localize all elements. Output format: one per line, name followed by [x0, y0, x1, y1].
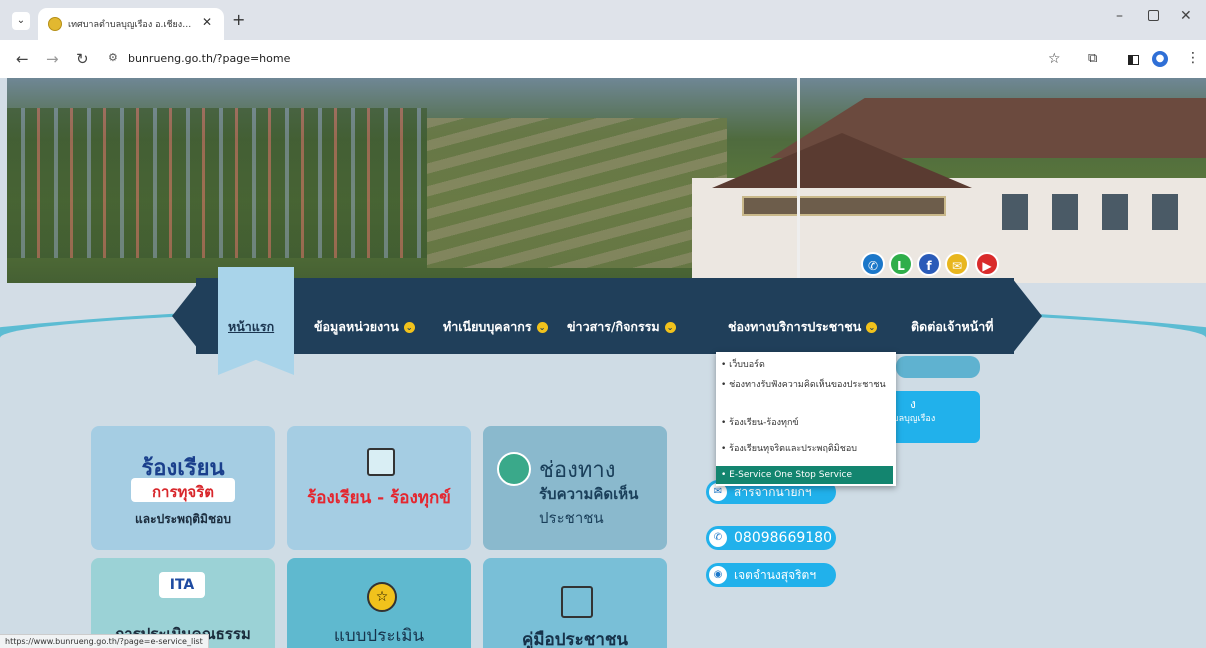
profile-avatar-icon[interactable]: ● [1152, 51, 1168, 67]
nav-news[interactable]: ข่าวสาร/กิจกรรม ⌄ [567, 317, 676, 337]
tile-complaint[interactable]: ร้องเรียน - ร้องทุกข์ [287, 426, 471, 550]
header-banner-image [7, 78, 1206, 283]
tile1-line2: การทุจริต [151, 483, 215, 501]
browser-tab[interactable]: เทศบาลตำบลบุญเรือง อ.เชียงของ จ.เชียงราย… [38, 8, 224, 40]
close-window-icon[interactable]: ✕ [1180, 8, 1192, 24]
favicon-icon [48, 17, 62, 31]
tile-feedback-channel[interactable]: ช่องทาง รับความคิดเห็น ประชาชน [483, 426, 667, 550]
close-tab-icon[interactable]: ✕ [202, 15, 212, 29]
nav-public-services-label: ช่องทางบริการประชาชน [728, 319, 862, 334]
address-bar[interactable]: ⚙ bunrueng.go.th/?page=home [100, 46, 1090, 72]
building-window [1002, 194, 1028, 230]
new-tab-icon[interactable]: + [232, 10, 245, 29]
reload-icon[interactable]: ↻ [76, 50, 89, 68]
bookmark-star-icon[interactable]: ☆ [1048, 51, 1061, 67]
banner-village [7, 108, 427, 258]
main-nav [196, 278, 1014, 354]
tile3-line3: ประชาชน [539, 509, 604, 527]
site-info-icon[interactable]: ⚙ [108, 51, 118, 64]
ita-logo-icon: ITA [159, 572, 205, 598]
nav-personnel-label: ทำเนียบบุคลากร [443, 319, 532, 334]
chevron-down-icon: ⌄ [403, 322, 415, 333]
building-sign [742, 196, 946, 216]
side-panel-icon[interactable] [1128, 55, 1139, 65]
tab-search-chevron-icon[interactable]: ⌄ [12, 12, 30, 30]
forward-arrow-icon[interactable]: → [46, 50, 59, 68]
youtube-icon[interactable]: ▶ [975, 252, 999, 276]
dropdown-item-complaint[interactable]: • ร้องเรียน-ร้องทุกข์ [721, 418, 893, 429]
integrity-button[interactable]: ◉ เจตจำนงสุจริตฯ [706, 563, 836, 587]
tile1-badge: การทุจริต [131, 478, 235, 502]
dropdown-item-webboard[interactable]: • เว็บบอร์ด [721, 360, 893, 371]
chevron-down-icon: ⌄ [866, 322, 878, 333]
minimize-icon[interactable]: – [1116, 8, 1123, 24]
dropdown-item-eservice[interactable]: • E-Service One Stop Service [716, 466, 893, 484]
star-icon: ☆ [367, 582, 397, 612]
dropdown-item-opinion[interactable]: • ช่องทางรับฟังความคิดเห็นของประชาชน [721, 380, 893, 391]
building-roof [769, 98, 1206, 158]
status-bar-url: https://www.bunrueng.go.th/?page=e-servi… [0, 634, 209, 648]
phone-icon: ✆ [709, 529, 727, 547]
nav-contact[interactable]: ติดต่อเจ้าหน้าที่ [911, 317, 994, 337]
tile5-text: แบบประเมิน [333, 626, 425, 646]
line-icon[interactable]: L [889, 252, 913, 276]
browser-toolbar: ← → ↻ ⚙ bunrueng.go.th/?page=home ☆ ⧉ ● … [0, 40, 1206, 78]
back-arrow-icon[interactable]: ← [16, 50, 29, 68]
phone-number-label: 08098669180 [734, 530, 832, 546]
facebook-icon[interactable]: f [917, 252, 941, 276]
megaphone-icon [497, 452, 531, 486]
integrity-label: เจตจำนงสุจริตฯ [734, 568, 817, 582]
building-window [1052, 194, 1078, 230]
nav-news-label: ข่าวสาร/กิจกรรม [567, 319, 660, 334]
nav-personnel[interactable]: ทำเนียบบุคลากร ⌄ [443, 317, 548, 337]
tile6-text: คู่มือประชาชน [521, 630, 629, 648]
flagpole [797, 78, 800, 283]
tile-assessment[interactable]: ☆ แบบประเมิน [287, 558, 471, 648]
banner-building [672, 78, 1206, 283]
tile-citizen-manual[interactable]: คู่มือประชาชน [483, 558, 667, 648]
tile-corruption-complaint[interactable]: ร้องเรียน การทุจริต และประพฤติมิชอบ [91, 426, 275, 550]
phone-icon[interactable]: ✆ [861, 252, 885, 276]
tab-strip: ⌄ เทศบาลตำบลบุญเรือง อ.เชียงของ จ.เชียงร… [0, 0, 1206, 40]
location-pin-icon: ◉ [709, 566, 727, 584]
tile3-line2: รับความคิดเห็น [539, 485, 639, 503]
phone-number-button[interactable]: ✆ 08098669180 [706, 526, 836, 550]
mail-icon[interactable]: ✉ [945, 252, 969, 276]
tile2-text: ร้องเรียน - ร้องทุกข์ [307, 488, 451, 508]
extensions-icon[interactable]: ⧉ [1088, 51, 1097, 66]
computer-chat-icon [367, 448, 395, 476]
web-page: ✆ L f ✉ ▶ ง ตำบลบุญเรือง หน้าแรก ข้อมูลห… [0, 78, 1206, 648]
tile1-line3: และประพฤติมิชอบ [135, 512, 231, 526]
services-dropdown-menu: • เว็บบอร์ด • ช่องทางรับฟังความคิดเห็นขอ… [716, 352, 896, 486]
nav-agency-info[interactable]: ข้อมูลหน่วยงาน ⌄ [314, 317, 415, 337]
book-icon [561, 586, 593, 618]
nav-agency-info-label: ข้อมูลหน่วยงาน [314, 319, 399, 334]
nav-public-services[interactable]: ช่องทางบริการประชาชน ⌄ [728, 317, 878, 337]
chevron-down-icon: ⌄ [536, 322, 548, 333]
dropdown-item-corruption[interactable]: • ร้องเรียนทุจริตและประพฤติมิชอบ [721, 444, 893, 455]
side-button-top[interactable] [896, 356, 980, 378]
chevron-down-icon: ⌄ [664, 322, 676, 333]
url-text[interactable]: bunrueng.go.th/?page=home [128, 52, 290, 65]
menu-kebab-icon[interactable]: ⋮ [1186, 50, 1200, 66]
building-window [1102, 194, 1128, 230]
nav-home[interactable]: หน้าแรก [228, 317, 274, 337]
tab-title: เทศบาลตำบลบุญเรือง อ.เชียงของ จ.เชียงราย [68, 20, 196, 30]
building-window [1152, 194, 1178, 230]
maximize-icon[interactable] [1148, 10, 1159, 21]
